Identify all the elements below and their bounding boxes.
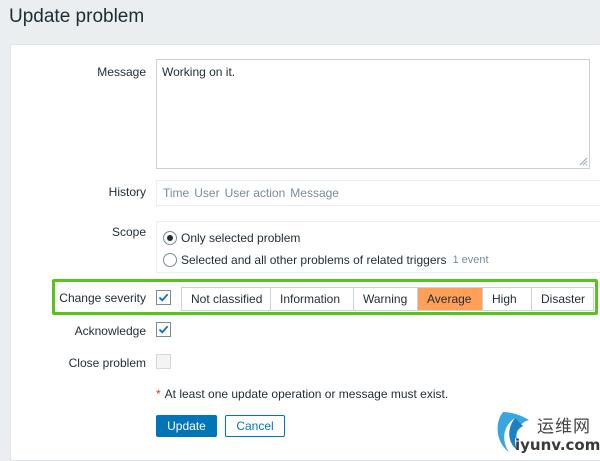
message-textarea[interactable]: Working on it. [156,59,590,169]
severity-warning[interactable]: Warning [354,288,418,310]
change-severity-checkbox[interactable] [156,290,171,305]
update-button[interactable]: Update [156,415,217,437]
history-table: Time User User action Message [156,180,600,206]
scope-label: Scope [111,225,146,239]
close-problem-label: Close problem [68,356,146,370]
required-marker: * [156,387,161,401]
resize-grip-icon[interactable] [579,157,588,166]
severity-information[interactable]: Information [271,288,354,310]
history-label: History [108,185,146,199]
radio-unchecked-icon[interactable] [163,253,177,267]
history-col-user-action: User action [224,186,286,200]
radio-checked-icon[interactable] [163,231,177,245]
acknowledge-label: Acknowledge [74,324,146,338]
watermark: 运维网 iyunv.com [493,408,600,458]
scope-option-label: Selected and all other problems of relat… [181,253,447,267]
scope-options: Only selected problem Selected and all o… [156,221,600,273]
severity-not-classified[interactable]: Not classified [182,288,271,310]
scope-option-label: Only selected problem [181,231,301,245]
history-col-time: Time [163,186,190,200]
severity-selector: Not classified Information Warning Avera… [181,287,594,311]
required-note: * At least one update operation or messag… [156,387,448,401]
close-problem-checkbox [156,354,171,369]
required-note-text: At least one update operation or message… [164,387,449,401]
history-col-message: Message [290,186,339,200]
event-count: 1 event [452,254,489,266]
message-label: Message [97,65,146,79]
history-col-user: User [194,186,220,200]
scope-option-selected[interactable]: Only selected problem [163,231,300,245]
checkmark-icon [158,325,169,334]
acknowledge-checkbox[interactable] [156,322,171,337]
cancel-button[interactable]: Cancel [225,415,285,437]
checkmark-icon [158,293,169,302]
watermark-text-en: iyunv.com [515,436,600,454]
watermark-text-cn: 运维网 [537,417,591,437]
severity-high[interactable]: High [483,288,532,310]
change-severity-label: Change severity [59,291,146,305]
page-title: Update problem [9,6,145,27]
scope-option-related[interactable]: Selected and all other problems of relat… [163,253,489,267]
severity-disaster[interactable]: Disaster [532,288,593,310]
severity-average[interactable]: Average [418,288,483,310]
